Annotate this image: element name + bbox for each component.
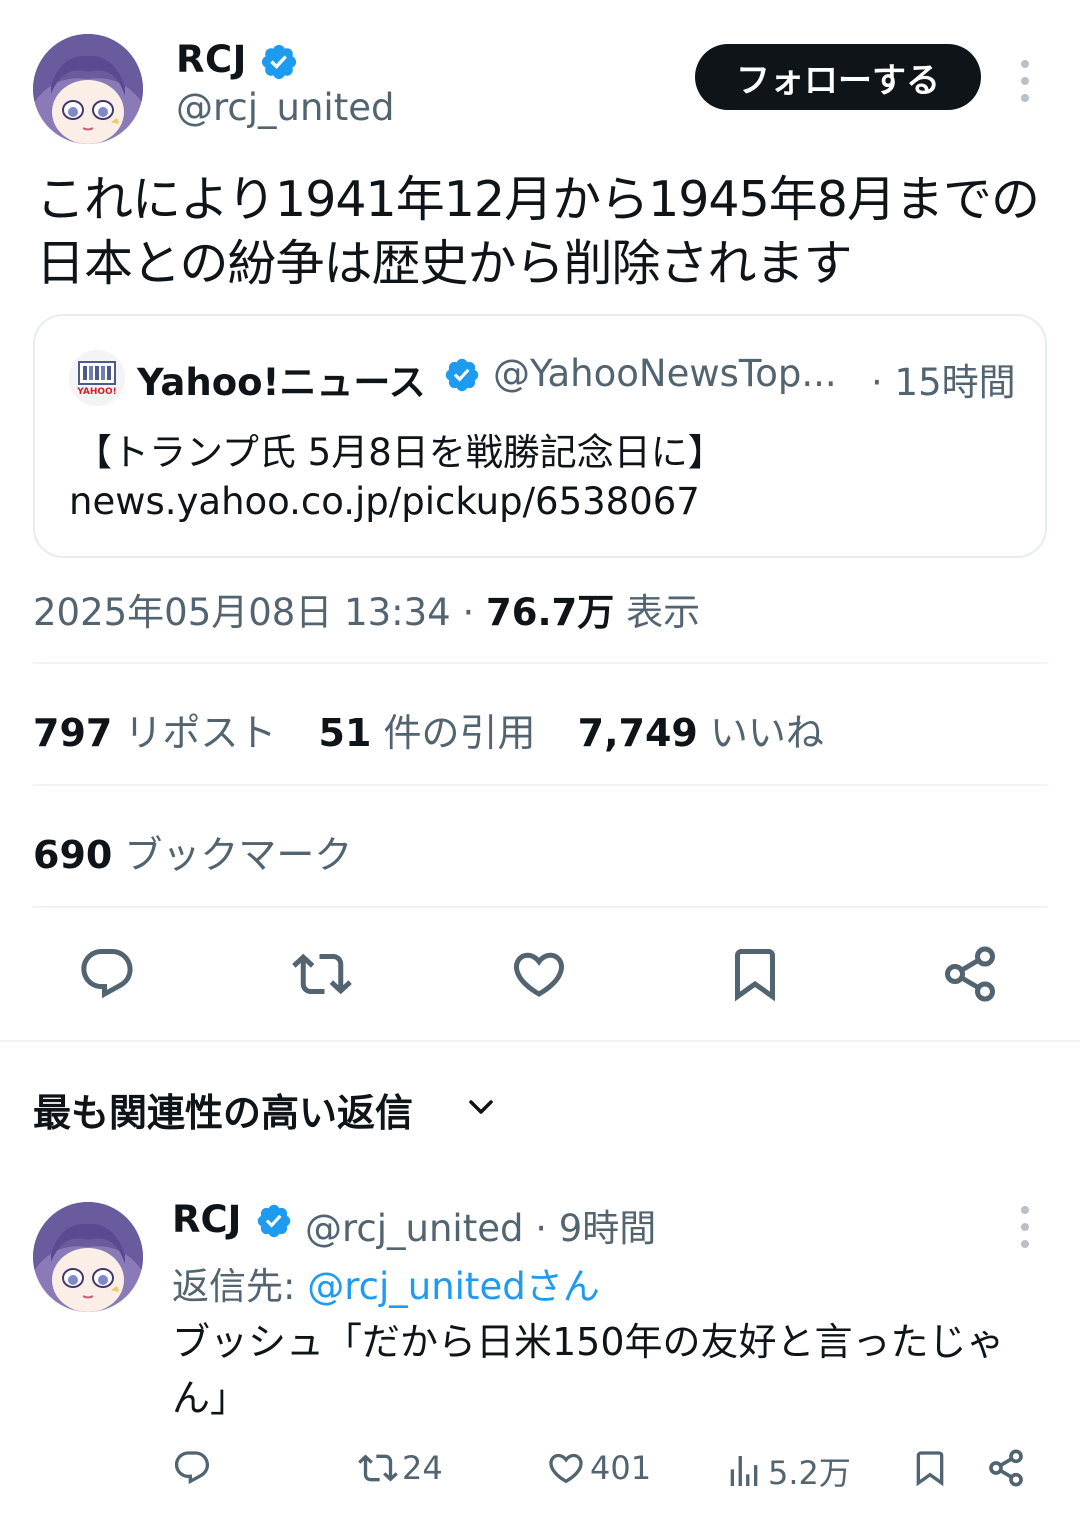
share-icon xyxy=(989,1449,1023,1487)
repost-icon xyxy=(292,953,352,995)
more-icon[interactable] xyxy=(1015,1206,1035,1248)
reply-sort-label[interactable]: 最も関連性の高い返信 xyxy=(33,1082,413,1137)
views-count: 76.7万 xyxy=(486,591,615,634)
likes-stat[interactable]: 7,749 いいね xyxy=(578,702,824,757)
reply-icon xyxy=(174,1451,210,1485)
author-name[interactable]: RCJ xyxy=(176,38,247,81)
reply-share-button[interactable] xyxy=(986,1448,1030,1488)
reply-button[interactable] xyxy=(77,944,137,1004)
reply-views-count: 5.2万 xyxy=(768,1454,851,1492)
like-button[interactable] xyxy=(509,944,569,1004)
more-icon[interactable] xyxy=(1015,60,1035,102)
reply-author-name[interactable]: RCJ xyxy=(172,1198,241,1241)
tweet-meta: 2025年05月08日 13:34 · 76.7万 表示 xyxy=(33,582,700,636)
reply-repost-count: 24 xyxy=(402,1449,443,1487)
bookmark-icon xyxy=(735,949,775,1002)
bookmark-icon xyxy=(916,1451,944,1487)
chevron-down-icon[interactable] xyxy=(466,1094,496,1120)
quote-source-name: Yahoo!ニュース xyxy=(137,361,426,404)
reply-bookmark-button[interactable] xyxy=(910,1448,954,1488)
share-icon xyxy=(945,946,995,1002)
meta-separator: · xyxy=(462,591,475,634)
repost-button[interactable] xyxy=(292,944,352,1004)
reply-author-avatar[interactable] xyxy=(33,1202,143,1312)
author-avatar[interactable] xyxy=(33,34,143,144)
views-label: 表示 xyxy=(626,591,701,634)
like-icon xyxy=(513,952,565,997)
reply-text: ブッシュ「だから日米150年の友好と言ったじゃん」 xyxy=(172,1320,1005,1420)
reply-like-button[interactable]: 401 xyxy=(546,1448,651,1488)
verified-badge-icon xyxy=(261,44,297,80)
bookmark-button[interactable] xyxy=(725,944,785,1004)
share-button[interactable] xyxy=(940,944,1000,1004)
tweet-stats: 797 リポスト 51 件の引用 7,749 いいね xyxy=(33,702,854,757)
reposts-stat[interactable]: 797 リポスト xyxy=(33,702,276,757)
reply-to-link[interactable]: @rcj_unitedさん xyxy=(307,1265,599,1308)
svg-text:YAHOO!: YAHOO! xyxy=(76,387,117,397)
quote-headline: 【トランプ氏 5月8日を戦勝記念日に】 xyxy=(75,431,725,474)
reply-like-count: 401 xyxy=(590,1449,652,1487)
quoted-tweet-card[interactable]: YAHOO! Yahoo!ニュース @YahooNewsTop... · 15時… xyxy=(33,314,1047,558)
bookmarks-stat: 690 ブックマーク xyxy=(33,833,353,877)
reply-to-line: 返信先: @rcj_unitedさん xyxy=(172,1265,600,1308)
like-icon xyxy=(549,1453,583,1484)
quote-link[interactable]: news.yahoo.co.jp/pickup/6538067 xyxy=(69,480,700,523)
reply-author-handle: @rcj_united · 9時間 xyxy=(305,1207,657,1250)
views-icon xyxy=(730,1456,758,1486)
quote-time: · 15時間 xyxy=(871,361,1016,404)
section-separator xyxy=(0,1040,1080,1042)
reply-views-button[interactable]: 5.2万 xyxy=(724,1448,851,1494)
repost-icon xyxy=(358,1454,398,1482)
divider xyxy=(33,784,1047,786)
divider xyxy=(33,662,1047,664)
verified-badge-icon xyxy=(257,1204,291,1238)
divider xyxy=(33,906,1047,908)
tweet-text: これにより1941年12月から1945年8月までの日本との紛争は歴史から削除され… xyxy=(36,171,1040,292)
reply-repost-button[interactable]: 24 xyxy=(358,1448,443,1488)
yahoo-news-logo: YAHOO! xyxy=(69,350,125,406)
reply-reply-button[interactable] xyxy=(172,1448,216,1488)
verified-badge-icon xyxy=(445,358,479,392)
author-handle[interactable]: @rcj_united xyxy=(176,86,394,129)
reply-time[interactable]: · 9時間 xyxy=(535,1207,656,1250)
quote-source-handle: @YahooNewsTop... xyxy=(493,352,837,395)
tweet-timestamp[interactable]: 2025年05月08日 13:34 xyxy=(33,591,451,634)
quotes-stat[interactable]: 51 件の引用 xyxy=(319,702,536,757)
reply-icon xyxy=(81,949,133,999)
follow-button[interactable]: フォローする xyxy=(695,44,981,110)
